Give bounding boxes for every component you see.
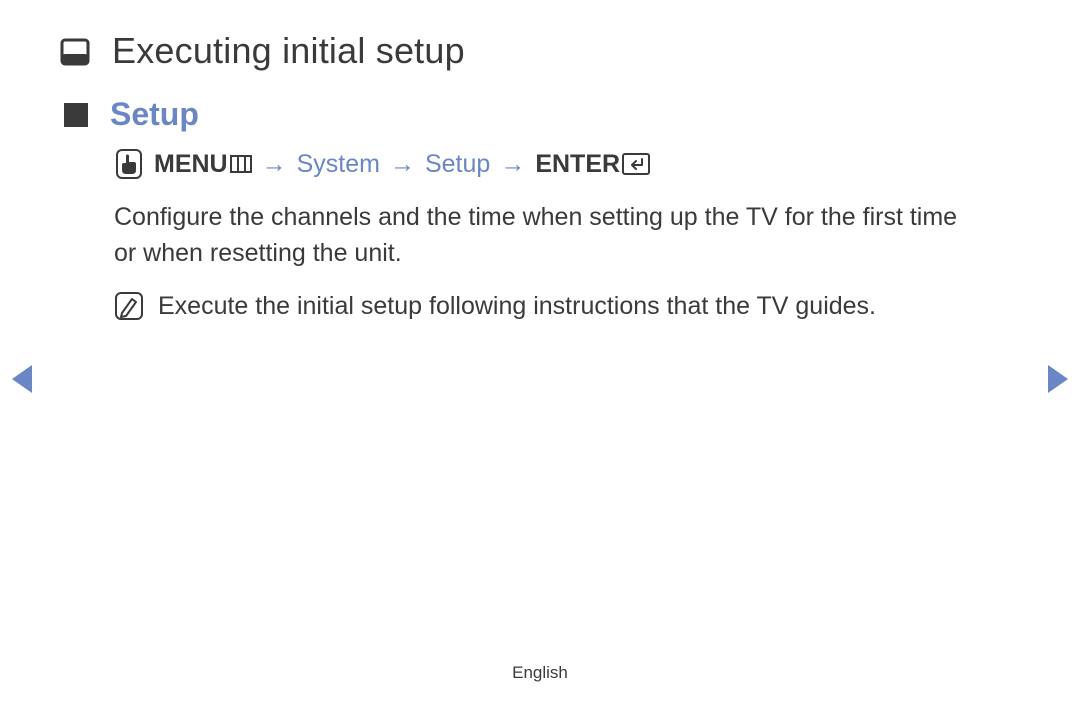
page-title: Executing initial setup bbox=[112, 30, 465, 72]
menu-button-label: MENU bbox=[154, 150, 252, 179]
remote-hand-icon bbox=[114, 147, 144, 181]
enter-button-label: ENTER bbox=[535, 150, 650, 179]
enter-text: ENTER bbox=[535, 150, 620, 179]
note-row: Execute the initial setup following inst… bbox=[60, 288, 1020, 324]
menu-glyph-icon bbox=[230, 155, 252, 173]
note-icon bbox=[114, 291, 144, 321]
square-bullet-icon bbox=[64, 103, 88, 127]
next-page-button[interactable] bbox=[1048, 365, 1068, 393]
prev-page-button[interactable] bbox=[12, 365, 32, 393]
arrow-icon: → bbox=[500, 150, 525, 179]
page-title-row: Executing initial setup bbox=[60, 30, 1020, 72]
enter-glyph-icon bbox=[622, 153, 650, 175]
description-paragraph: Configure the channels and the time when… bbox=[60, 199, 1020, 272]
manual-page: Executing initial setup Setup MENU → Sys… bbox=[0, 0, 1080, 705]
path-setup: Setup bbox=[425, 150, 490, 179]
section-title-row: Setup bbox=[60, 96, 1020, 133]
footer-language: English bbox=[0, 663, 1080, 683]
menu-text: MENU bbox=[154, 150, 228, 179]
arrow-icon: → bbox=[262, 150, 287, 179]
arrow-icon: → bbox=[390, 150, 415, 179]
section-title: Setup bbox=[110, 96, 199, 133]
chapter-icon bbox=[60, 36, 90, 66]
note-text: Execute the initial setup following inst… bbox=[158, 288, 876, 324]
menu-path: MENU → System → Setup → ENTER bbox=[60, 147, 1020, 181]
path-system: System bbox=[297, 150, 380, 179]
